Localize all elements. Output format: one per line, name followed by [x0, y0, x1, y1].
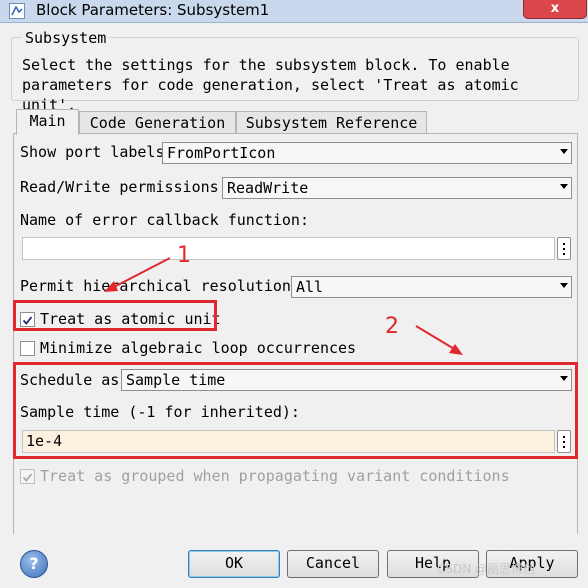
question-mark-glyph: ?: [29, 554, 39, 573]
ok-button[interactable]: OK: [188, 550, 280, 578]
annotation-arrow-1: [104, 257, 171, 292]
annotation-arrow-2: [415, 325, 463, 355]
watermark: CSDN @丽思博创: [437, 562, 536, 576]
cancel-button[interactable]: Cancel: [287, 550, 379, 578]
help-question-icon[interactable]: ?: [20, 550, 48, 578]
tab-main[interactable]: Main: [16, 109, 79, 135]
annotation-arrows: [104, 257, 463, 355]
